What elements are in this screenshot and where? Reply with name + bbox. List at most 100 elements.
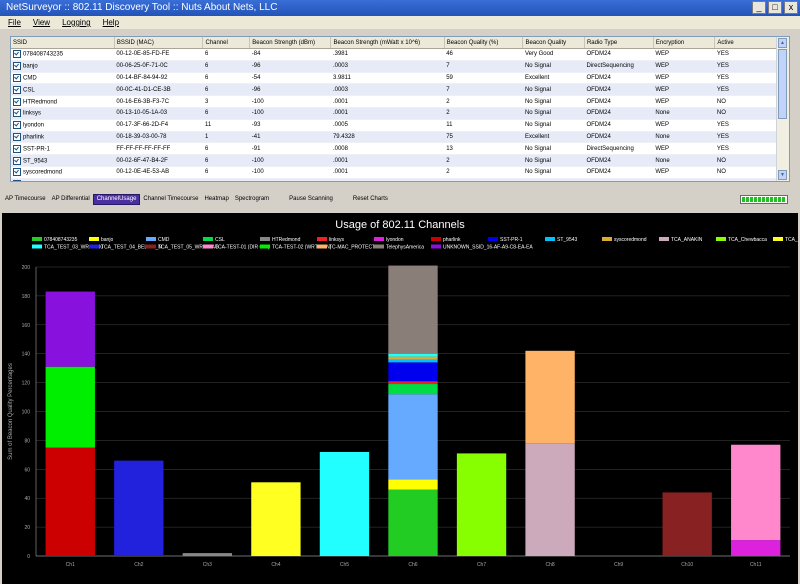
legend-label: CSL (215, 237, 225, 243)
table-cell: NO (714, 107, 777, 120)
reset-charts-button[interactable]: Reset Charts (350, 193, 391, 206)
cell-text: 078408743235 (23, 51, 64, 58)
table-cell: OFDM24 (584, 83, 654, 97)
row-checkbox[interactable] (13, 132, 21, 141)
table-row[interactable]: linksys 00-13-10-05-1A-03 6 -100 .0001 2 No Si… (11, 107, 777, 120)
cell-text: ST_9543 (23, 158, 48, 165)
cell-text: 00-02-6F-47-B4-2F (116, 157, 168, 164)
table-row[interactable]: lyondon 00-17-3F-66-2D-F4 11 -93 .0005 11 No S… (11, 119, 777, 132)
minimize-button[interactable]: _ (752, 1, 766, 14)
menu-logging[interactable]: Logging (62, 16, 90, 29)
row-checkbox[interactable] (13, 144, 21, 153)
table-row[interactable]: CSL 00-0C-41-D1-CE-3B 6 -96 .0003 7 No Signal O… (11, 83, 777, 97)
table-cell: 2 (444, 95, 523, 108)
column-header[interactable]: SSID (11, 37, 115, 49)
tab-ap-timecourse[interactable]: AP Timecourse (2, 193, 49, 206)
table-row[interactable]: banjo 00-06-25-0F-71-0C 6 -96 .0003 7 No Signa… (11, 60, 777, 73)
cell-text: -100 (251, 110, 264, 117)
x-tick-label: Ch6 (408, 562, 417, 568)
maximize-button[interactable]: □ (768, 1, 782, 14)
table-row[interactable]: syscoredmond 00-12-0E-4E-53-AB 6 -100 .0001 2… (11, 166, 777, 179)
close-button[interactable]: x (784, 1, 798, 14)
cell-text: NO (716, 110, 726, 117)
column-header[interactable]: Channel (202, 37, 251, 49)
column-header[interactable]: Encryption (653, 37, 716, 49)
row-checkbox[interactable] (13, 121, 21, 130)
table-row[interactable]: TCA_ANAKIN00-1F-33-2E-5C-80 8 -38 158.4893 7… (11, 178, 777, 182)
tab-spectrogram[interactable]: Spectrogram (232, 193, 272, 206)
cell-text: No Signal (524, 63, 551, 70)
table-cell: 3.9811 (330, 72, 445, 85)
tab-heatmap[interactable]: Heatmap (201, 193, 231, 206)
ssid-cell: CSL (11, 83, 115, 97)
row-checkbox[interactable] (13, 50, 21, 59)
column-header[interactable]: Beacon Strength (mWatt x 10^6) (330, 37, 445, 49)
tab-ap-differential[interactable]: AP Differential (49, 193, 93, 206)
pause-scanning-button[interactable]: Pause Scanning (286, 193, 336, 206)
menu-file[interactable]: File (8, 16, 21, 29)
table-cell: 00-1F-33-2E-5C-80 (114, 178, 203, 181)
cell-text: No Signal (524, 122, 551, 129)
cell-text: OFDM24 (586, 51, 611, 58)
cell-text: OFDM24 (586, 157, 611, 164)
tab-channel-usage[interactable]: ChannelUsage (92, 194, 141, 205)
y-axis-label: Sum of Beacon Quality Percentages (8, 363, 14, 460)
scroll-down-icon[interactable]: ▼ (778, 170, 787, 180)
scroll-up-icon[interactable]: ▲ (778, 38, 787, 48)
bar-segment (388, 353, 438, 357)
bar-segment (45, 291, 95, 367)
menu-view[interactable]: View (33, 16, 50, 29)
row-checkbox[interactable] (13, 180, 21, 181)
cell-text: OFDM24 (586, 181, 610, 182)
table-row[interactable]: 078408743235 00-12-0E-85-FD-FE 6 -84 .3981 46… (11, 48, 777, 61)
ssid-cell: pharlink (11, 131, 115, 144)
y-tick-label: 40 (24, 496, 30, 502)
scroll-thumb[interactable] (778, 49, 787, 119)
cell-text: DirectSequencing (586, 145, 634, 152)
x-tick-label: Ch4 (271, 562, 280, 568)
cell-text: CSL (23, 87, 35, 94)
table-row[interactable]: CMD 00-14-BF-84-94-92 6 -54 3.9811 59 Excellen… (11, 72, 777, 85)
column-header[interactable]: Radio Type (584, 37, 654, 49)
menu-help[interactable]: Help (103, 16, 119, 29)
column-header[interactable]: Beacon Quality (522, 37, 585, 49)
row-checkbox[interactable] (13, 85, 21, 94)
legend-swatch (317, 244, 327, 249)
table-cell: 2 (444, 107, 523, 120)
column-header[interactable]: Active (714, 37, 777, 49)
table-scrollbar[interactable]: ▲ ▼ (776, 37, 789, 181)
legend-swatch (374, 237, 384, 241)
row-checkbox[interactable] (13, 62, 21, 71)
legend-swatch (545, 237, 555, 241)
table-cell: YES (714, 142, 777, 156)
table-row[interactable]: SST-PR-1 FF-FF-FF-FF-FF-FF 6 -91 .0008 13 No S… (11, 142, 777, 156)
cell-text: No Signal (524, 86, 551, 93)
cell-text: YES (716, 51, 729, 58)
cell-text: 00-13-10-05-1A-03 (116, 110, 168, 117)
legend-label: SST-PR-1 (500, 237, 523, 243)
row-checkbox[interactable] (13, 168, 21, 177)
tab-channel-timecourse[interactable]: Channel Timecourse (140, 193, 201, 206)
ap-table[interactable]: SSID BSSID (MAC) Channel Beacon Strength (d… (10, 36, 790, 182)
legend-label: TelephysAmerica (386, 245, 424, 251)
table-row[interactable]: ST_9543 00-02-6F-47-B4-2F 6 -100 .0001 2 No Si… (11, 154, 777, 167)
row-checkbox[interactable] (13, 156, 21, 165)
table-cell: None (653, 107, 715, 120)
table-row[interactable]: pharlink 00-18-39-03-00-78 1 -41 79.4328 75 Ex… (11, 131, 777, 144)
column-header[interactable]: BSSID (MAC) (114, 37, 204, 49)
row-checkbox[interactable] (13, 97, 21, 106)
table-cell: 6 (202, 83, 250, 97)
table-cell: 8 (202, 178, 250, 181)
column-header[interactable]: Beacon Strength (dBm) (249, 37, 332, 49)
row-checkbox[interactable] (13, 73, 21, 82)
table-cell: YES (714, 83, 777, 97)
cell-text: 2 (446, 98, 450, 105)
table-cell: -100 (249, 107, 331, 120)
cell-text: .0008 (332, 145, 348, 152)
row-checkbox[interactable] (13, 109, 21, 118)
table-row[interactable]: HTRedmond 00-16-E6-3B-F3-7C 3 -100 .0001 2 No … (11, 95, 777, 108)
legend-label: TCA_CHUKHA (785, 237, 798, 243)
cell-text: .0003 (332, 63, 348, 70)
table-cell: 158.4893 (330, 178, 445, 181)
column-header[interactable]: Beacon Quality (%) (444, 37, 524, 49)
